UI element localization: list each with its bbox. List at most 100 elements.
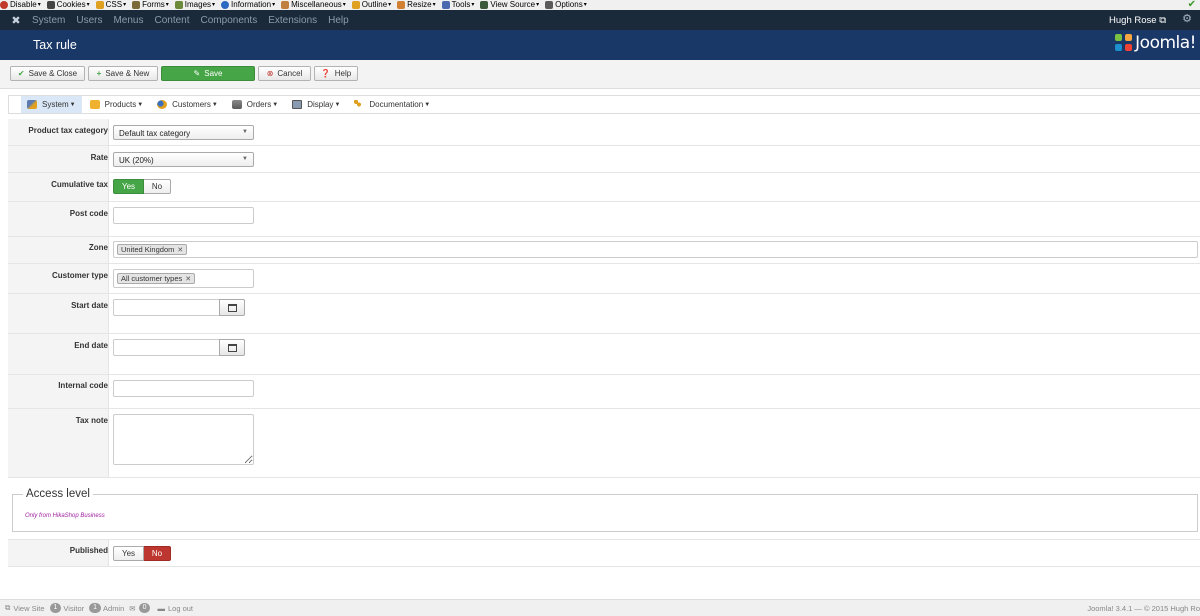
menu-menus[interactable]: Menus xyxy=(113,15,143,26)
devbar-item-css[interactable]: CSS ▾ xyxy=(95,1,127,9)
calendar-icon xyxy=(227,343,237,352)
cancel-button[interactable]: ⊗ Cancel xyxy=(258,66,311,81)
products-icon xyxy=(89,100,100,109)
save-button[interactable]: ✎ Save xyxy=(161,66,255,81)
start-date-calendar-button[interactable] xyxy=(219,299,245,316)
rate-select[interactable]: UK (20%) ▼ xyxy=(113,152,254,167)
remove-icon[interactable]: ✕ xyxy=(185,275,191,283)
caret-down-icon: ▼ xyxy=(137,101,144,108)
save-close-button[interactable]: ✔ Save & Close xyxy=(10,66,85,81)
cumulative-tax-label: Cumulative tax xyxy=(51,180,108,189)
devbar-item-tools[interactable]: Tools ▾ xyxy=(441,1,474,9)
messages-count[interactable]: ✉ 0 xyxy=(129,603,152,613)
devbar-item-cookies[interactable]: Cookies ▾ xyxy=(46,1,90,9)
row-label-container: Zone xyxy=(8,237,109,263)
save-new-button[interactable]: + Save & New xyxy=(88,66,158,81)
row-label-container: Product tax category xyxy=(8,119,109,145)
zone-multiselect[interactable]: United Kingdom ✕ xyxy=(113,241,1198,258)
hikashop-submenu: System ▼ Products ▼ Customers ▼ Orders ▼ Dis… xyxy=(8,95,1200,114)
devbar-item-miscellaneous[interactable]: Miscellaneous ▾ xyxy=(281,1,346,9)
dropdown-arrow-icon: ▾ xyxy=(165,2,169,8)
edit-icon: ✎ xyxy=(193,69,201,78)
form-row-customer-type: Customer type All customer types ✕ xyxy=(8,264,1200,294)
check-icon: ✔ xyxy=(17,69,25,78)
caret-down-icon: ▼ xyxy=(69,101,76,108)
submenu-documentation[interactable]: Documentation ▼ xyxy=(348,96,436,113)
row-label-container: Tax note xyxy=(8,409,109,477)
action-toolbar: ✔ Save & Close + Save & New ✎ Save ⊗ Cancel … xyxy=(0,60,1200,89)
resize-icon xyxy=(397,1,406,9)
caret-down-icon: ▼ xyxy=(242,129,248,135)
devbar-item-outline[interactable]: Outline ▾ xyxy=(351,1,391,9)
post-code-label: Post code xyxy=(69,209,108,218)
published-toggle: Yes No xyxy=(113,546,171,561)
caret-down-icon: ▼ xyxy=(272,101,279,108)
log-out-link[interactable]: ▬ Log out xyxy=(157,604,193,613)
user-menu[interactable]: Hugh Rose ⧉ xyxy=(1109,15,1166,26)
row-label-container: Cumulative tax xyxy=(8,173,109,201)
submenu-orders[interactable]: Orders ▼ xyxy=(226,96,284,113)
submenu-products[interactable]: Products ▼ xyxy=(84,96,150,113)
submenu-customers[interactable]: Customers ▼ xyxy=(151,96,224,113)
help-button[interactable]: ❓ Help xyxy=(314,66,358,81)
form-row-post-code: Post code xyxy=(8,202,1200,237)
dropdown-arrow-icon: ▾ xyxy=(123,2,127,8)
miscellaneous-icon xyxy=(281,1,290,9)
submenu-display[interactable]: Display ▼ xyxy=(286,96,346,113)
messages-count-badge: 0 xyxy=(138,603,151,613)
display-icon xyxy=(292,100,303,109)
help-icon: ❓ xyxy=(320,69,331,78)
devbar-item-disable[interactable]: Disable ▾ xyxy=(0,1,41,9)
view-site-link[interactable]: ⧉ View Site xyxy=(5,603,45,613)
cookies-icon xyxy=(46,1,55,9)
external-link-icon: ⧉ xyxy=(5,603,11,612)
joomla-menu-icon[interactable]: ✖ xyxy=(0,14,32,27)
product-tax-category-label: Product tax category xyxy=(28,126,108,135)
internal-code-input[interactable] xyxy=(113,380,254,397)
row-label-container: Published xyxy=(8,540,109,566)
menu-help[interactable]: Help xyxy=(328,15,349,26)
end-date-calendar-button[interactable] xyxy=(219,339,245,356)
tax-note-textarea[interactable] xyxy=(113,414,254,465)
menu-content[interactable]: Content xyxy=(154,15,189,26)
check-icon[interactable]: ✔ xyxy=(1188,0,1196,10)
cumulative-tax-yes-button[interactable]: Yes xyxy=(113,179,144,194)
access-level-note: Only from HikaShop Business xyxy=(25,513,105,519)
dropdown-arrow-icon: ▾ xyxy=(212,2,216,8)
devbar-item-options[interactable]: Options ▾ xyxy=(545,1,587,9)
end-date-input[interactable] xyxy=(113,339,220,356)
start-date-input[interactable] xyxy=(113,299,220,316)
remove-icon[interactable]: ✕ xyxy=(177,246,183,254)
caret-down-icon: ▼ xyxy=(334,101,341,108)
devbar-item-view-source[interactable]: View Source ▾ xyxy=(480,1,539,9)
plus-icon: + xyxy=(96,69,102,78)
copyright-text: Joomla! 3.4.1 — © 2015 Hugh Ro xyxy=(1087,603,1200,613)
devbar-item-information[interactable]: Information ▾ xyxy=(221,1,275,9)
customer-type-multiselect[interactable]: All customer types ✕ xyxy=(113,269,254,288)
gear-icon[interactable]: ⚙ xyxy=(1182,12,1192,25)
menu-users[interactable]: Users xyxy=(76,15,102,26)
caret-down-icon: ▼ xyxy=(424,101,431,108)
published-yes-button[interactable]: Yes xyxy=(113,546,144,561)
orders-icon xyxy=(231,100,242,109)
post-code-input[interactable] xyxy=(113,207,254,224)
calendar-icon xyxy=(227,303,237,312)
devbar-item-resize[interactable]: Resize ▾ xyxy=(397,1,436,9)
devbar-item-images[interactable]: Images ▾ xyxy=(174,1,216,9)
cumulative-tax-no-button[interactable]: No xyxy=(144,179,171,194)
caret-down-icon: ▼ xyxy=(211,101,218,108)
end-date-label: End date xyxy=(74,341,108,350)
tax-note-label: Tax note xyxy=(75,416,108,425)
menu-components[interactable]: Components xyxy=(201,15,258,26)
zone-chip: United Kingdom ✕ xyxy=(117,244,188,255)
submenu-system[interactable]: System ▼ xyxy=(21,96,82,113)
customer-type-chip: All customer types ✕ xyxy=(117,273,196,284)
devbar-item-forms[interactable]: Forms ▾ xyxy=(132,1,169,9)
product-tax-category-select[interactable]: Default tax category ▼ xyxy=(113,125,254,140)
menu-system[interactable]: System xyxy=(32,15,65,26)
page-header: Tax rule Joomla! xyxy=(0,30,1200,60)
menu-extensions[interactable]: Extensions xyxy=(268,15,317,26)
form-row-published: Published Yes No xyxy=(8,539,1200,567)
published-no-button[interactable]: No xyxy=(144,546,171,561)
forms-icon xyxy=(132,1,141,9)
